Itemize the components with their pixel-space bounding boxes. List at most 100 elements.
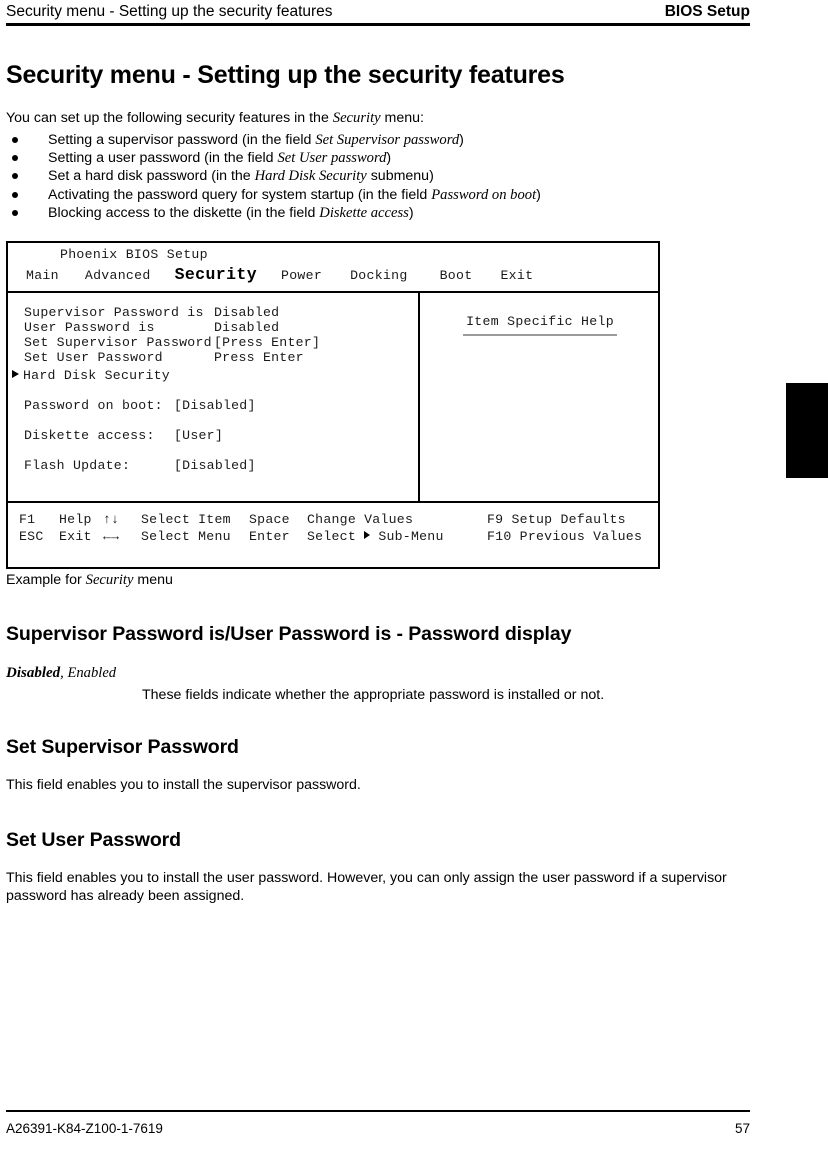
tab-advanced[interactable]: Advanced bbox=[85, 268, 151, 283]
document-page: Security menu - Setting up the security … bbox=[0, 0, 828, 1155]
tab-main[interactable]: Main bbox=[26, 268, 59, 283]
setting-label: Set Supervisor Password bbox=[24, 335, 212, 351]
bios-help-panel: Item Specific Help bbox=[422, 293, 658, 501]
bullet-emphasis: Password on boot bbox=[431, 186, 537, 203]
action-select-submenu-after: Sub-Menu bbox=[370, 529, 444, 544]
setting-value: Press Enter bbox=[214, 350, 304, 366]
bullet-icon bbox=[12, 191, 18, 198]
bullet-emphasis: Hard Disk Security bbox=[254, 168, 367, 185]
bullet-after: ) bbox=[459, 131, 464, 148]
option-row-flash-update[interactable]: Flash Update: [Disabled] bbox=[24, 458, 256, 473]
bios-key-legend: F1 Help ↑↓ Select Item Space Change Valu… bbox=[8, 503, 658, 565]
action-select-item: Select Item bbox=[141, 512, 231, 527]
bullet-emphasis: Set User password bbox=[277, 149, 387, 166]
option-row-password-on-boot[interactable]: Password on boot: [Disabled] bbox=[24, 398, 256, 413]
submenu-item-hard-disk-security[interactable]: Hard Disk Security bbox=[12, 368, 170, 383]
table-row[interactable]: Set User Password Press Enter bbox=[24, 350, 320, 365]
bullet-emphasis: Diskette access bbox=[319, 205, 409, 222]
section-heading-password-display: Supervisor Password is/User Password is … bbox=[6, 623, 572, 645]
table-row[interactable]: User Password is Disabled bbox=[24, 320, 320, 335]
tab-boot[interactable]: Boot bbox=[440, 268, 473, 283]
section-heading-set-supervisor-password: Set Supervisor Password bbox=[6, 736, 239, 758]
table-row[interactable]: Set Supervisor Password [Press Enter] bbox=[24, 335, 320, 350]
action-setup-defaults: Setup Defaults bbox=[511, 512, 626, 527]
section-values-password-display: Disabled, Enabled bbox=[6, 665, 786, 683]
running-header-left: Security menu - Setting up the security … bbox=[6, 3, 333, 20]
option-row-diskette-access[interactable]: Diskette access: [User] bbox=[24, 428, 223, 443]
submenu-label: Hard Disk Security bbox=[23, 368, 170, 383]
page-title: Security menu - Setting up the security … bbox=[6, 61, 565, 89]
section-heading-set-user-password: Set User Password bbox=[6, 829, 181, 851]
key-space: Space bbox=[249, 512, 290, 527]
running-header-right: BIOS Setup bbox=[664, 3, 750, 20]
bios-brand-label: Phoenix BIOS Setup bbox=[60, 247, 208, 262]
tab-exit[interactable]: Exit bbox=[500, 268, 533, 283]
tab-power[interactable]: Power bbox=[281, 268, 322, 283]
page-number: 57 bbox=[734, 1121, 750, 1136]
key-legend-row-1: F1 Help ↑↓ Select Item Space Change Valu… bbox=[19, 512, 626, 527]
list-item: Blocking access to the diskette (in the … bbox=[6, 204, 796, 222]
setting-label: Set User Password bbox=[24, 350, 163, 366]
action-select-menu: Select Menu bbox=[141, 529, 231, 544]
action-select-submenu-before: Select bbox=[307, 529, 365, 544]
setting-value: Disabled bbox=[214, 320, 280, 336]
setting-label: Supervisor Password is bbox=[24, 305, 204, 320]
bios-settings-list: Supervisor Password is Disabled User Pass… bbox=[24, 305, 320, 365]
value-disabled: Disabled bbox=[6, 665, 61, 681]
help-panel-title: Item Specific Help bbox=[466, 314, 614, 329]
option-label: Password on boot: bbox=[24, 398, 163, 413]
bios-body: Supervisor Password is Disabled User Pass… bbox=[8, 293, 658, 503]
section-text-password-display: These fields indicate whether the approp… bbox=[142, 687, 605, 703]
triangle-right-icon bbox=[12, 370, 19, 378]
bullet-before: Set a hard disk password (in the bbox=[48, 168, 255, 185]
key-up-down-arrows-icon: ↑↓ bbox=[103, 512, 120, 527]
action-select-submenu: Select Sub-Menu bbox=[307, 529, 487, 544]
section-text-set-user-password: This field enables you to install the us… bbox=[6, 870, 727, 904]
list-item: Setting a supervisor password (in the fi… bbox=[6, 131, 796, 149]
key-f10: F10 bbox=[487, 529, 512, 544]
caption-emphasis: Security bbox=[85, 572, 134, 588]
tab-docking[interactable]: Docking bbox=[350, 268, 408, 283]
bios-settings-panel: Supervisor Password is Disabled User Pass… bbox=[8, 293, 420, 501]
setting-value: Disabled bbox=[214, 305, 280, 320]
section-text-set-supervisor-password: This field enables you to install the su… bbox=[6, 777, 361, 793]
bullet-icon bbox=[12, 173, 18, 180]
intro-emphasis: Security bbox=[332, 110, 381, 126]
key-left-right-arrows-icon: ←→ bbox=[103, 529, 120, 544]
feature-bullet-list: Setting a supervisor password (in the fi… bbox=[6, 131, 796, 223]
bullet-icon bbox=[12, 210, 18, 217]
tab-security[interactable]: Security bbox=[175, 265, 257, 284]
header-rule bbox=[6, 23, 750, 26]
bullet-emphasis: Set Supervisor password bbox=[315, 131, 460, 148]
value-enabled: Enabled bbox=[67, 665, 117, 681]
running-header: Security menu - Setting up the security … bbox=[6, 2, 750, 21]
caption-before: Example for bbox=[6, 572, 86, 588]
caption-after: menu bbox=[133, 572, 173, 588]
key-f9: F9 bbox=[487, 512, 504, 527]
action-help: Help bbox=[59, 512, 92, 527]
help-panel-divider bbox=[463, 334, 617, 336]
intro-after: menu: bbox=[380, 110, 424, 126]
footer-rule bbox=[6, 1110, 750, 1112]
intro-paragraph: You can set up the following security fe… bbox=[6, 110, 796, 128]
action-exit: Exit bbox=[59, 529, 92, 544]
document-number: A26391-K84-Z100-1-7619 bbox=[6, 1121, 163, 1136]
intro-before: You can set up the following security fe… bbox=[6, 110, 333, 126]
bullet-icon bbox=[12, 154, 18, 161]
table-row[interactable]: Supervisor Password is Disabled bbox=[24, 305, 320, 320]
setting-label: User Password is bbox=[24, 320, 155, 336]
bullet-icon bbox=[12, 136, 18, 143]
bullet-before: Activating the password query for system… bbox=[48, 186, 432, 203]
option-label: Flash Update: bbox=[24, 458, 131, 473]
action-previous-values: Previous Values bbox=[519, 529, 643, 544]
list-item: Setting a user password (in the field Se… bbox=[6, 149, 796, 167]
bios-setup-screenshot: Phoenix BIOS Setup Main Advanced Securit… bbox=[6, 241, 660, 569]
list-item: Set a hard disk password (in the Hard Di… bbox=[6, 167, 796, 185]
option-value: [Disabled] bbox=[174, 458, 256, 473]
action-change-values: Change Values bbox=[307, 512, 414, 527]
figure-caption: Example for Security menu bbox=[6, 572, 173, 590]
bullet-before: Setting a user password (in the field bbox=[48, 149, 278, 166]
key-legend-row-2: ESC Exit ←→ Select Menu Enter Select Sub… bbox=[19, 529, 642, 544]
running-footer: A26391-K84-Z100-1-7619 57 bbox=[6, 1120, 750, 1137]
bios-menu-bar: Main Advanced Security Power Docking Boo… bbox=[26, 265, 650, 284]
